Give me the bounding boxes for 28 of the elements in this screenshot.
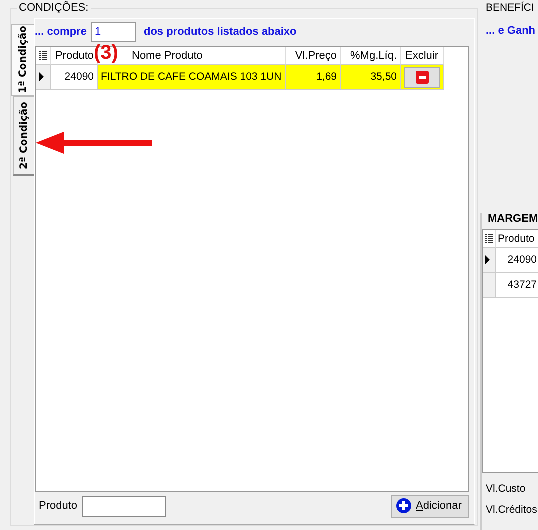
minus-icon [416,70,428,84]
table-cell: 43727 [496,273,538,298]
add-button[interactable]: Adicionar [391,494,469,518]
group-title: CONDIÇÕES: [17,2,91,15]
quantity-field[interactable]: 1 [90,22,136,42]
table-cell: 1,69 [286,65,341,90]
table-cell: 24090 [496,248,538,273]
table-cell: 35,50 [341,65,401,90]
plus-icon [396,498,412,514]
delete-button[interactable] [404,66,440,88]
row-pointer-icon [39,72,44,82]
suffix-label: dos produtos listados abaixo [144,26,297,38]
list-icon [39,51,47,60]
group-title: MARGEM [487,213,538,227]
table-cell: FILTRO DE CAFE COAMAIS 103 1UN [98,65,286,90]
arrow-icon [36,132,152,154]
product-label: Produto [39,500,78,512]
list-icon [485,234,493,243]
field-label: Vl.Custo [486,483,527,495]
tab[interactable]: 1ª Condição [11,24,34,96]
benefit-label: ... e Ganh [486,25,537,37]
group-title: BENEFÍCI [486,2,536,14]
field-label: Vl.Créditos [486,504,538,516]
product-field[interactable] [82,496,166,516]
prefix-label: ... compre [35,26,87,38]
column-header: Produto [496,230,538,248]
tab[interactable]: 2ª Condição [13,96,34,176]
row-pointer-icon [485,255,490,265]
